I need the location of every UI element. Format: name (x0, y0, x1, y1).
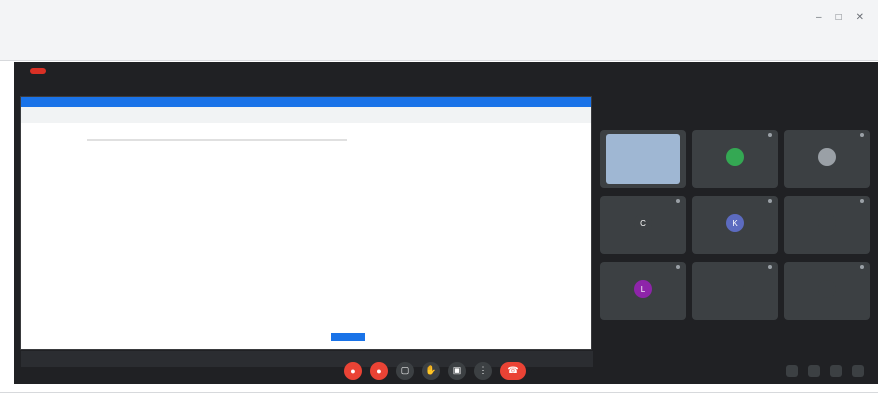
info-icon[interactable] (786, 364, 798, 377)
avatar: K (726, 214, 744, 232)
window-controls: – □ ✕ (816, 12, 864, 23)
participant-tile[interactable] (692, 262, 778, 320)
raise-hand-button[interactable]: ✋ (422, 361, 440, 380)
mic-off-icon (676, 265, 680, 269)
avatar (818, 148, 836, 166)
participant-tile[interactable] (784, 130, 870, 188)
participant-tile[interactable] (692, 130, 778, 188)
activities-icon[interactable] (852, 364, 864, 377)
result-grid (87, 171, 507, 183)
minimize-icon[interactable]: – (816, 12, 822, 23)
participant-tile[interactable]: C (600, 196, 686, 254)
search-results (87, 165, 507, 183)
meet-controls-bar: ● ● ▢ ✋ ▣ ⋮ ☎ (14, 357, 878, 384)
captions-button[interactable]: ▢ (396, 361, 414, 380)
camera-toggle-button[interactable]: ● (370, 361, 388, 380)
presentation-header (30, 68, 56, 74)
shared-browser-bar (21, 107, 591, 123)
participant-tile[interactable] (784, 196, 870, 254)
people-icon[interactable] (808, 364, 820, 377)
shared-blue-button (331, 333, 365, 341)
participant-tile[interactable] (784, 262, 870, 320)
right-controls (786, 364, 864, 377)
avatar: C (634, 214, 652, 232)
end-call-button[interactable]: ☎ (500, 361, 526, 380)
participant-tile[interactable] (600, 130, 686, 188)
mic-off-icon (676, 199, 680, 203)
mic-off-icon (768, 265, 772, 269)
mic-off-icon (768, 133, 772, 137)
chat-icon[interactable] (830, 364, 842, 377)
participant-video (606, 134, 680, 184)
mic-off-icon (860, 133, 864, 137)
meet-window: C K L ● ● ▢ ✋ ▣ ⋮ ☎ (14, 62, 878, 384)
search-box (87, 139, 347, 141)
more-options-button[interactable]: ⋮ (474, 361, 492, 380)
avatar (818, 280, 836, 298)
avatar: L (634, 280, 652, 298)
call-controls: ● ● ▢ ✋ ▣ ⋮ ☎ (344, 361, 526, 380)
avatar (726, 148, 744, 166)
present-button[interactable]: ▣ (448, 361, 466, 380)
shared-browser-strip (21, 97, 591, 107)
mic-toggle-button[interactable]: ● (344, 361, 362, 380)
mic-off-icon (860, 265, 864, 269)
mic-off-icon (768, 199, 772, 203)
close-icon[interactable]: ✕ (856, 12, 864, 23)
os-taskbar (0, 392, 878, 409)
presenting-badge[interactable] (30, 68, 46, 74)
mic-off-icon (860, 199, 864, 203)
shared-screen (20, 96, 593, 367)
avatar (726, 280, 744, 298)
participant-tile[interactable]: L (600, 262, 686, 320)
browser-top-bar: – □ ✕ (0, 0, 878, 61)
participant-tile[interactable]: K (692, 196, 778, 254)
maximize-icon[interactable]: □ (836, 12, 842, 23)
avatar (818, 214, 836, 232)
